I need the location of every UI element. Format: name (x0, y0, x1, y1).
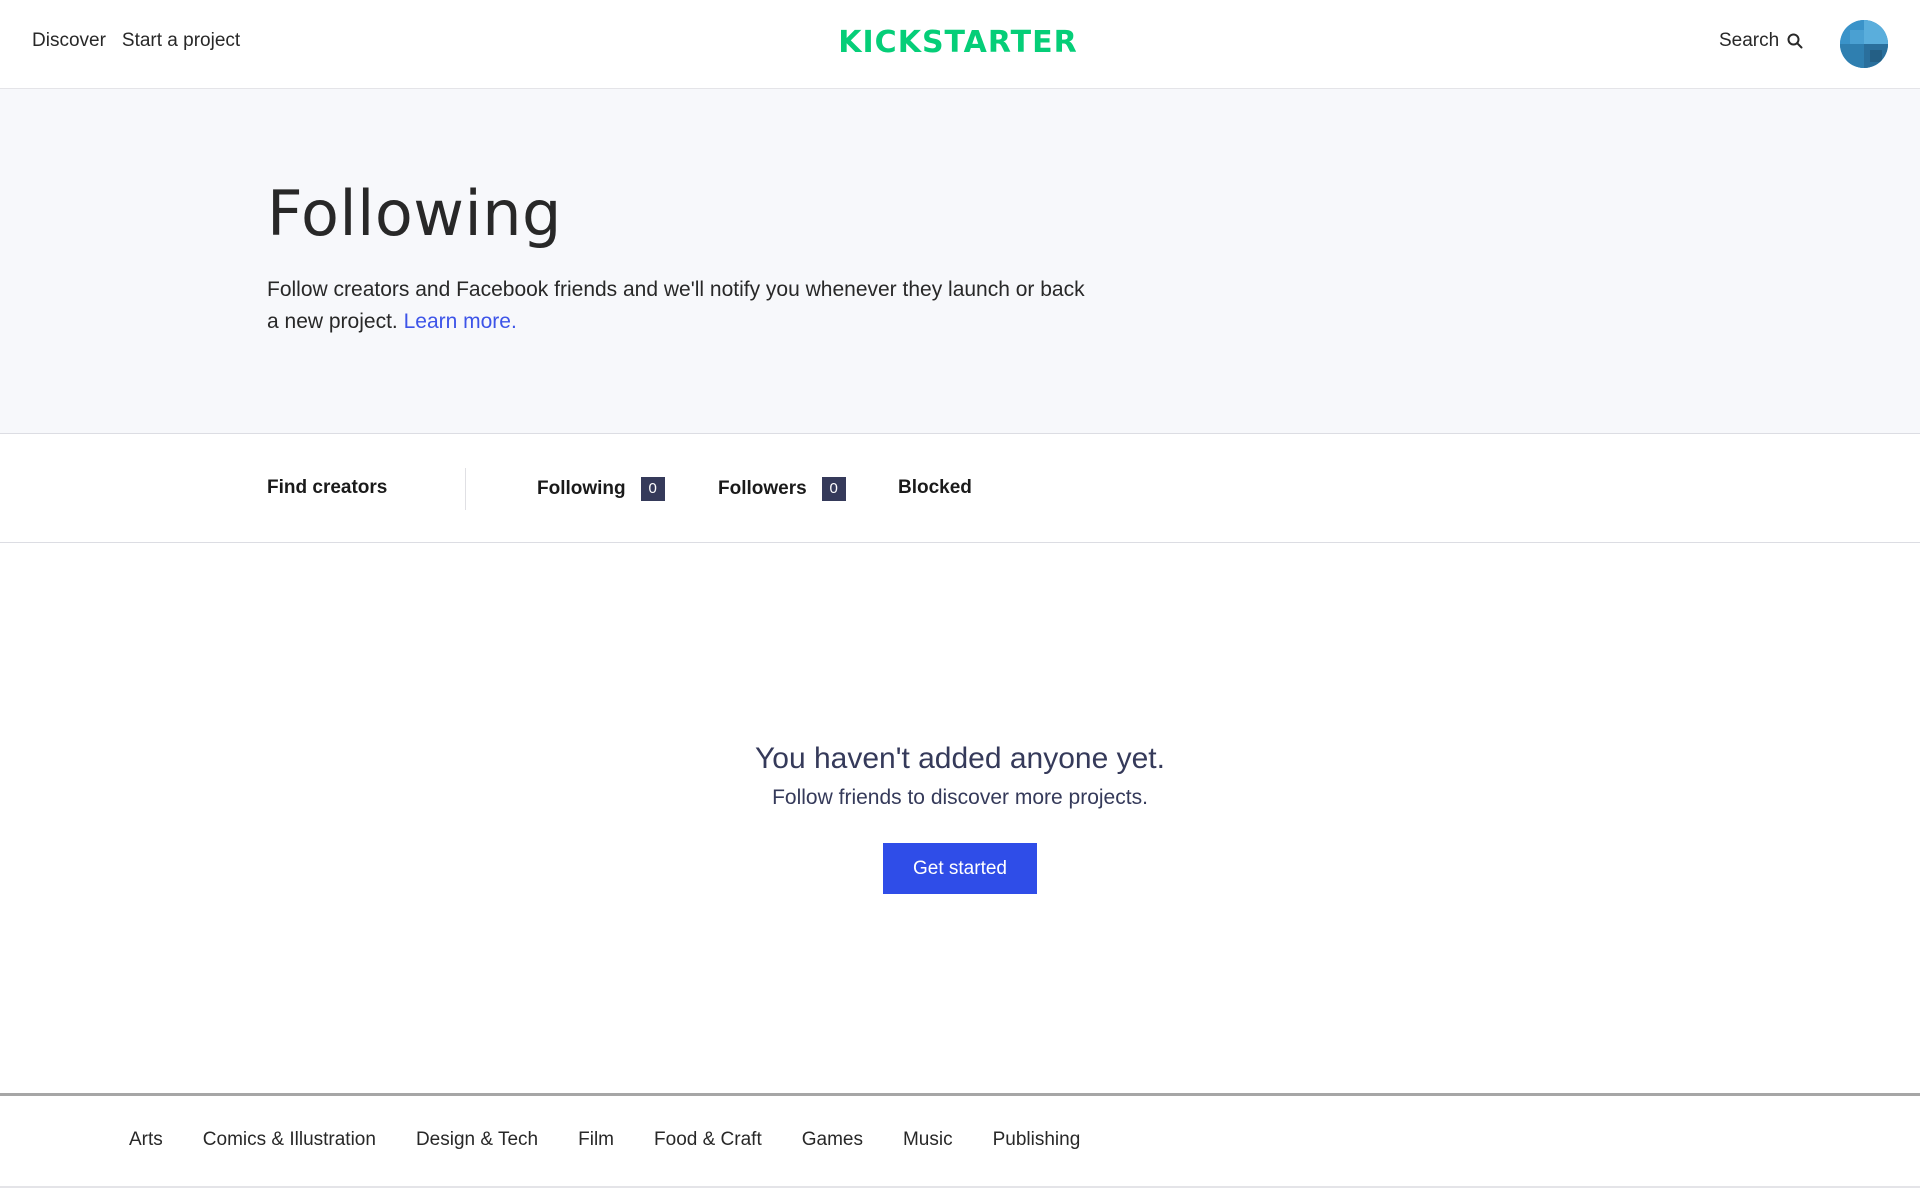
category-link-arts[interactable]: Arts (129, 1129, 163, 1151)
category-footer: Arts Comics & Illustration Design & Tech… (0, 1093, 1920, 1188)
search-button[interactable]: Search (1719, 30, 1803, 52)
tab-divider (465, 468, 466, 510)
category-link-food-craft[interactable]: Food & Craft (654, 1129, 762, 1151)
nav-discover-link[interactable]: Discover (32, 30, 106, 52)
empty-state-subtitle: Follow friends to discover more projects… (772, 786, 1148, 809)
tab-followers-label: Followers (718, 478, 807, 499)
logo-wordmark: KICKSTARTER (838, 24, 1078, 60)
tab-following[interactable]: Following 0 (537, 477, 665, 501)
user-avatar[interactable] (1840, 20, 1888, 68)
tab-following-label: Following (537, 478, 626, 499)
learn-more-link[interactable]: Learn more. (404, 310, 517, 333)
tab-blocked-label: Blocked (898, 477, 972, 498)
category-link-film[interactable]: Film (578, 1129, 614, 1151)
empty-state-title: You haven't added anyone yet. (755, 742, 1165, 775)
category-link-design-tech[interactable]: Design & Tech (416, 1129, 538, 1151)
category-link-publishing[interactable]: Publishing (993, 1129, 1081, 1151)
site-header: Discover Start a project KICKSTARTER Sea… (0, 0, 1920, 89)
avatar-image (1840, 20, 1888, 68)
get-started-button[interactable]: Get started (883, 843, 1037, 894)
follow-tabs: Find creators Following 0 Followers 0 Bl… (0, 434, 1920, 543)
following-count-badge: 0 (640, 477, 665, 501)
page-title: Following (267, 177, 562, 250)
category-link-games[interactable]: Games (802, 1129, 863, 1151)
category-list: Arts Comics & Illustration Design & Tech… (129, 1129, 1120, 1151)
kickstarter-logo[interactable]: KICKSTARTER (836, 24, 1080, 60)
category-link-music[interactable]: Music (903, 1129, 953, 1151)
page-hero: Following Follow creators and Facebook f… (0, 89, 1920, 434)
followers-count-badge: 0 (821, 477, 846, 501)
nav-start-project-link[interactable]: Start a project (122, 30, 240, 52)
primary-nav: Discover Start a project (32, 30, 240, 52)
tab-followers[interactable]: Followers 0 (718, 477, 846, 501)
search-label: Search (1719, 30, 1780, 51)
tab-find-creators[interactable]: Find creators (267, 477, 387, 499)
page-description: Follow creators and Facebook friends and… (267, 274, 1087, 338)
search-icon (1787, 33, 1803, 49)
tab-blocked[interactable]: Blocked (898, 477, 972, 499)
description-text: Follow creators and Facebook friends and… (267, 278, 1085, 333)
tab-find-creators-label: Find creators (267, 477, 388, 498)
category-link-comics-illustration[interactable]: Comics & Illustration (203, 1129, 376, 1151)
